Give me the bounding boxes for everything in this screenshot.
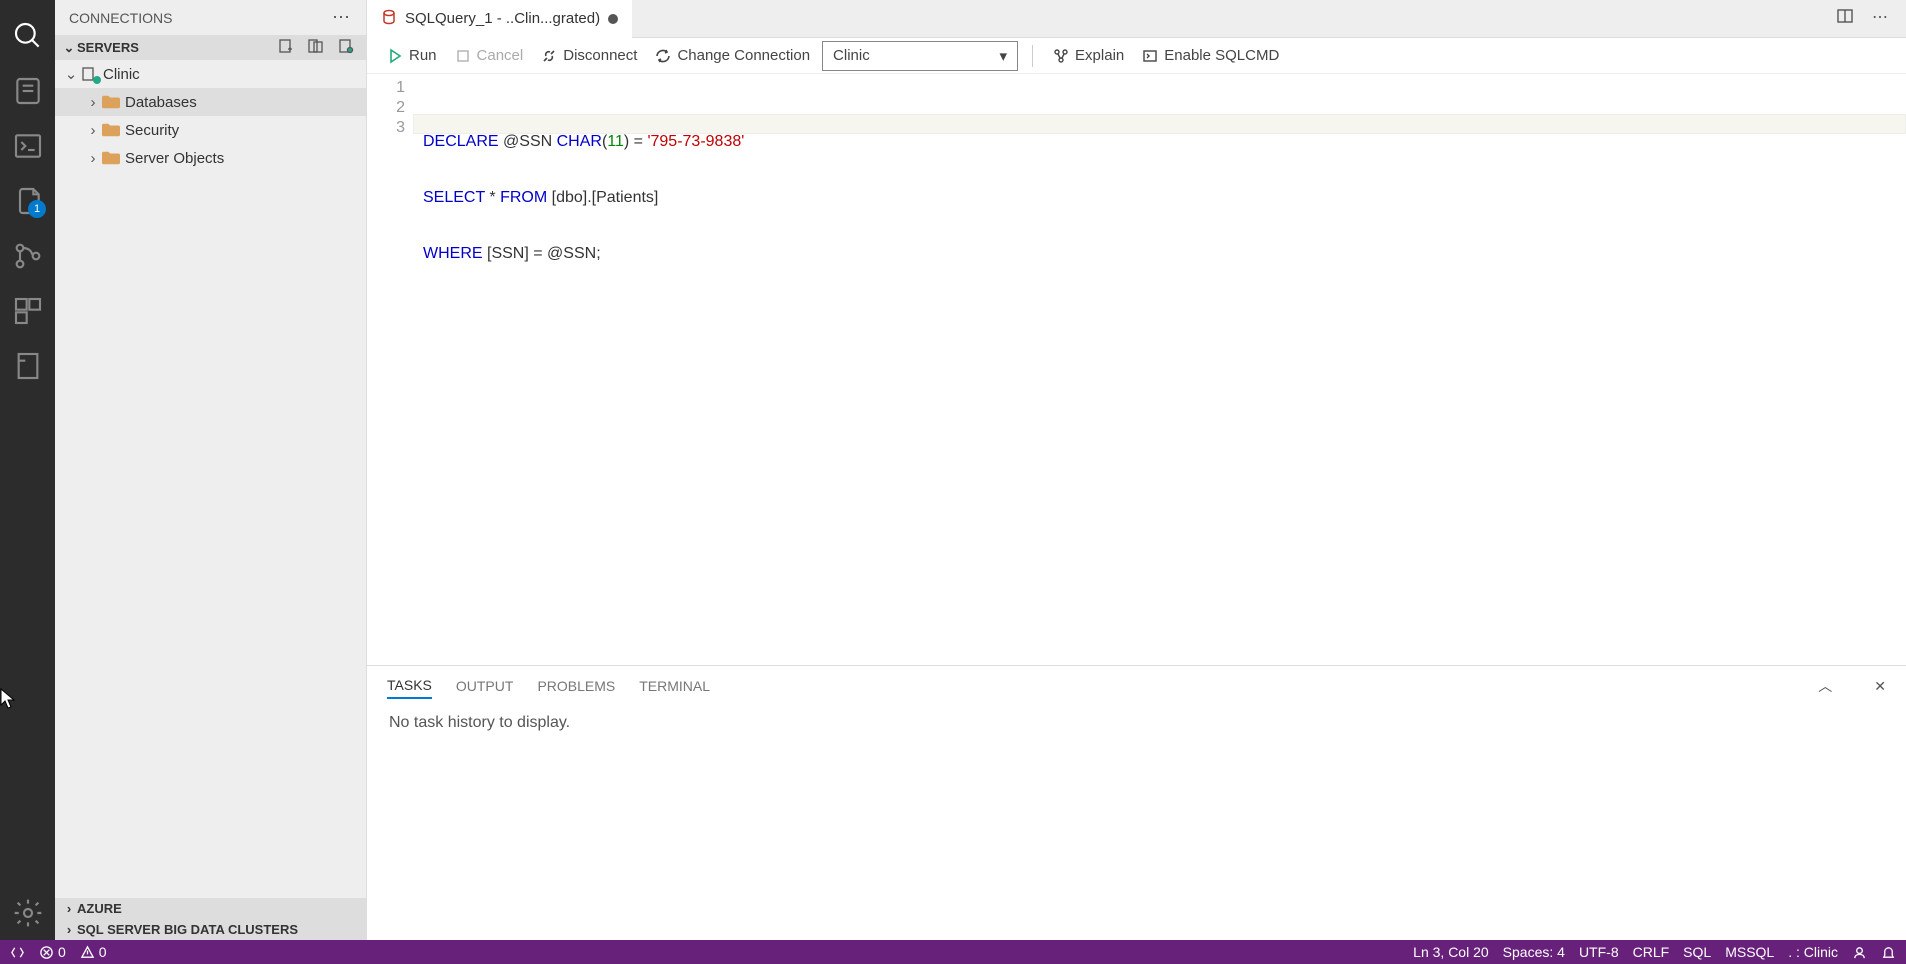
change-connection-label: Change Connection — [677, 47, 810, 64]
query-toolbar: Run Cancel Disconnect Change Connection … — [367, 38, 1906, 74]
status-bar: 0 0 Ln 3, Col 20 Spaces: 4 UTF-8 CRLF SQ… — [0, 940, 1906, 964]
tree-node-label: Server Objects — [125, 150, 224, 167]
stop-icon — [455, 48, 471, 64]
extensions-icon[interactable] — [0, 283, 55, 338]
chevron-down-icon: ⌄ — [63, 65, 79, 83]
tree-node-databases[interactable]: › Databases — [55, 88, 366, 116]
status-bell-icon[interactable] — [1881, 945, 1896, 960]
side-more-icon[interactable]: ⋯ — [332, 7, 352, 28]
tab-bar: SQLQuery_1 - ..Clin...grated) ⋯ — [367, 0, 1906, 38]
status-warnings[interactable]: 0 — [80, 944, 107, 960]
show-active-icon[interactable] — [338, 38, 354, 57]
panel-tab-terminal[interactable]: TERMINAL — [639, 674, 710, 698]
status-spaces[interactable]: Spaces: 4 — [1503, 944, 1565, 960]
status-remote-icon[interactable] — [10, 945, 25, 960]
terminal-icon[interactable] — [0, 118, 55, 173]
tree-node-server-objects[interactable]: › Server Objects — [55, 144, 366, 172]
disconnect-button[interactable]: Disconnect — [535, 45, 643, 66]
tree-node-security[interactable]: › Security — [55, 116, 366, 144]
tab-more-icon[interactable]: ⋯ — [1872, 7, 1888, 30]
disconnect-icon — [541, 48, 557, 64]
sqlcmd-icon — [1142, 48, 1158, 64]
run-label: Run — [409, 47, 437, 64]
explain-label: Explain — [1075, 47, 1124, 64]
chevron-right-icon: › — [61, 922, 77, 937]
side-panel: CONNECTIONS ⋯ ⌄ SERVERS ⌄ Clinic › Datab… — [55, 0, 367, 940]
panel-message: No task history to display. — [367, 706, 1906, 940]
tree-node-label: Security — [125, 122, 179, 139]
folder-icon — [101, 123, 121, 137]
change-connection-icon — [655, 48, 671, 64]
code-editor[interactable]: 1 2 3 DECLARE @SSN CHAR(11) = '795-73-98… — [367, 74, 1906, 665]
status-encoding[interactable]: UTF-8 — [1579, 944, 1619, 960]
panel-tab-tasks[interactable]: TASKS — [387, 673, 432, 699]
folder-icon — [101, 95, 121, 109]
status-feedback-icon[interactable] — [1852, 945, 1867, 960]
status-connection[interactable]: . : Clinic — [1788, 944, 1838, 960]
run-button[interactable]: Run — [381, 45, 443, 66]
change-connection-button[interactable]: Change Connection — [649, 45, 816, 66]
bottom-panel: TASKS OUTPUT PROBLEMS TERMINAL ︿ ✕ No ta… — [367, 665, 1906, 940]
notebook-icon[interactable] — [0, 338, 55, 393]
database-icon — [381, 9, 397, 29]
status-provider[interactable]: MSSQL — [1725, 944, 1774, 960]
chevron-down-icon: ⌄ — [61, 40, 77, 56]
connections-title: CONNECTIONS — [69, 10, 172, 26]
status-errors[interactable]: 0 — [39, 944, 66, 960]
dirty-indicator-icon — [608, 14, 618, 24]
chevron-right-icon: › — [85, 94, 101, 111]
explorer-badge: 1 — [28, 200, 46, 218]
new-connection-icon[interactable] — [278, 38, 294, 57]
line-gutter: 1 2 3 — [367, 74, 423, 665]
server-name: Clinic — [103, 66, 140, 83]
play-icon — [387, 48, 403, 64]
enable-sqlcmd-button[interactable]: Enable SQLCMD — [1136, 45, 1285, 66]
cancel-label: Cancel — [477, 47, 524, 64]
tab-label: SQLQuery_1 - ..Clin...grated) — [405, 10, 600, 27]
azure-label: AZURE — [77, 901, 360, 916]
azure-section-header[interactable]: › AZURE — [55, 898, 366, 919]
status-language[interactable]: SQL — [1683, 944, 1711, 960]
connection-select[interactable]: Clinic ▾ — [822, 41, 1018, 71]
tree-node-label: Databases — [125, 94, 197, 111]
warning-icon — [80, 945, 95, 960]
chevron-right-icon: › — [85, 150, 101, 167]
chevron-right-icon: › — [61, 901, 77, 916]
cancel-button: Cancel — [449, 45, 530, 66]
servers-label: SERVERS — [77, 40, 278, 55]
panel-close-icon[interactable]: ✕ — [1874, 678, 1886, 695]
disconnect-label: Disconnect — [563, 47, 637, 64]
servers-icon[interactable] — [0, 63, 55, 118]
chevron-right-icon: › — [85, 122, 101, 139]
status-eol[interactable]: CRLF — [1633, 944, 1670, 960]
folder-icon — [101, 151, 121, 165]
new-group-icon[interactable] — [308, 38, 324, 57]
settings-gear-icon[interactable] — [0, 885, 55, 940]
error-icon — [39, 945, 54, 960]
search-icon[interactable] — [0, 8, 55, 63]
connection-value: Clinic — [833, 47, 870, 64]
panel-tab-output[interactable]: OUTPUT — [456, 674, 514, 698]
server-node-clinic[interactable]: ⌄ Clinic — [55, 60, 366, 88]
server-icon — [79, 66, 99, 82]
server-tree: ⌄ Clinic › Databases › Security › Server… — [55, 60, 366, 898]
editor-group: SQLQuery_1 - ..Clin...grated) ⋯ Run Canc… — [367, 0, 1906, 940]
tab-sqlquery1[interactable]: SQLQuery_1 - ..Clin...grated) — [367, 0, 632, 38]
explorer-icon[interactable]: 1 — [0, 173, 55, 228]
panel-maximize-icon[interactable]: ︿ — [1818, 676, 1832, 696]
explain-button[interactable]: Explain — [1047, 45, 1130, 66]
source-control-icon[interactable] — [0, 228, 55, 283]
servers-section-header[interactable]: ⌄ SERVERS — [55, 35, 366, 60]
status-cursor[interactable]: Ln 3, Col 20 — [1413, 944, 1489, 960]
bigdata-section-header[interactable]: › SQL SERVER BIG DATA CLUSTERS — [55, 919, 366, 940]
activity-bar: 1 — [0, 0, 55, 940]
sqlcmd-label: Enable SQLCMD — [1164, 47, 1279, 64]
explain-icon — [1053, 48, 1069, 64]
split-editor-icon[interactable] — [1836, 7, 1854, 30]
bigdata-label: SQL SERVER BIG DATA CLUSTERS — [77, 922, 360, 937]
code-content[interactable]: DECLARE @SSN CHAR(11) = '795-73-9838' SE… — [423, 74, 1906, 665]
dropdown-arrow-icon: ▾ — [1000, 47, 1008, 65]
panel-tab-problems[interactable]: PROBLEMS — [537, 674, 615, 698]
